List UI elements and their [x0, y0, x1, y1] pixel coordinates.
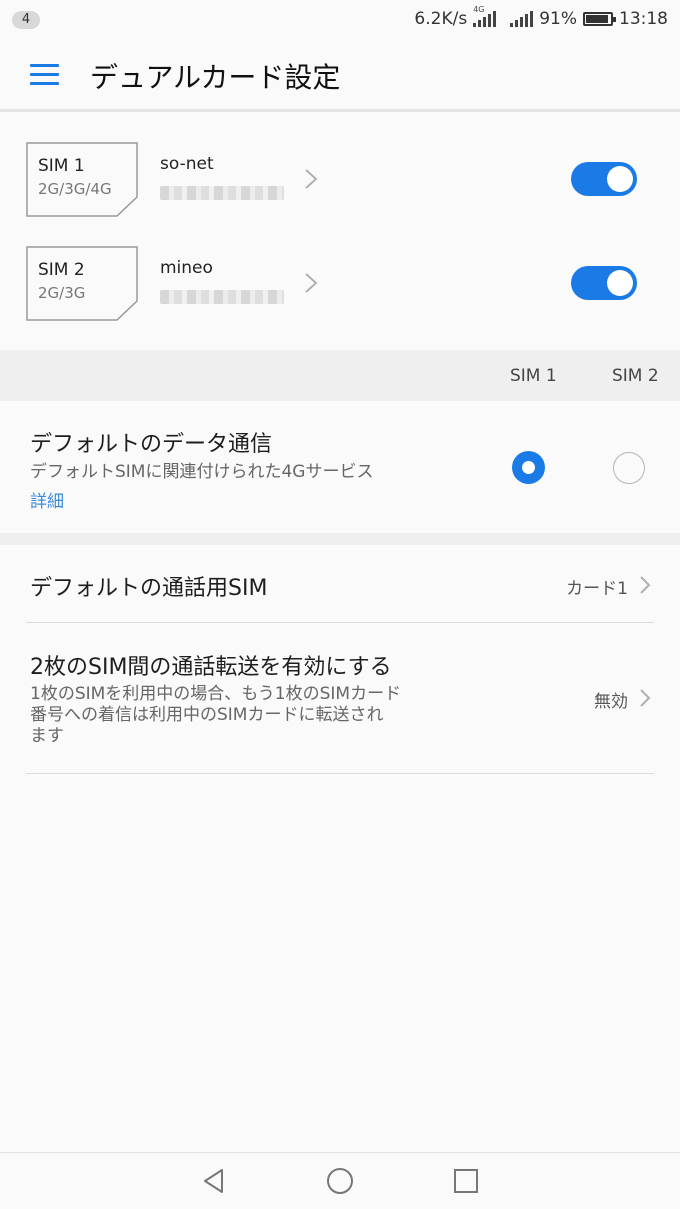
default-data-title: デフォルトのデータ通信: [30, 432, 273, 457]
sim-slot-label: SIM 2: [38, 260, 85, 280]
battery-icon: [583, 12, 616, 26]
call-forward-row[interactable]: 2枚のSIM間の通話転送を有効にする 1枚のSIMを利用中の場合、もう1枚のSI…: [0, 623, 680, 773]
page-title: デュアルカード設定: [90, 61, 341, 94]
default-call-title: デフォルトの通話用SIM: [30, 576, 268, 601]
status-bar: 4 6.2K/s 4G 91% 13:18: [0, 0, 680, 38]
section-gap: [0, 533, 680, 545]
column-sim2-label: SIM 2: [612, 366, 659, 386]
sim-slot-label: SIM 1: [38, 156, 85, 176]
sim-2-toggle[interactable]: [571, 266, 637, 300]
sim-card-icon: SIM 1 2G/3G/4G: [26, 142, 138, 217]
chevron-right-icon[interactable]: [304, 272, 318, 294]
signal-icon: [510, 11, 534, 27]
home-icon[interactable]: [326, 1167, 354, 1195]
default-call-sim-row[interactable]: デフォルトの通話用SIM カード1: [0, 545, 680, 623]
clock: 13:18: [619, 9, 668, 29]
sim-info[interactable]: so-net: [160, 154, 284, 200]
masked-phone-number: [160, 186, 284, 200]
sim-network-label: 2G/3G: [38, 284, 86, 302]
call-forward-subtitle-line: 1枚のSIMを利用中の場合、もう1枚のSIMカード: [30, 684, 402, 704]
chevron-right-icon[interactable]: [304, 168, 318, 190]
screen: 4 6.2K/s 4G 91% 13:18 デュアルカード設定 SIM 1 2G…: [0, 0, 680, 1209]
default-data-subtitle: デフォルトSIMに関連付けられた4Gサービス: [30, 462, 374, 482]
sim-row-2[interactable]: SIM 2 2G/3G mineo: [0, 246, 680, 350]
radio-sim1-selected[interactable]: [512, 451, 545, 484]
sim-column-header: SIM 1 SIM 2: [0, 350, 680, 401]
call-forward-subtitle: 1枚のSIMを利用中の場合、もう1枚のSIMカード 番号への着信は利用中のSIM…: [30, 684, 470, 747]
divider: [26, 773, 654, 774]
call-forward-title: 2枚のSIM間の通話転送を有効にする: [30, 655, 392, 680]
notification-badge: 4: [12, 11, 40, 29]
sim-card-icon: SIM 2 2G/3G: [26, 246, 138, 321]
app-bar: デュアルカード設定: [0, 38, 680, 112]
default-data-row: デフォルトのデータ通信 デフォルトSIMに関連付けられた4Gサービス 詳細: [0, 401, 680, 533]
back-icon[interactable]: [200, 1167, 228, 1195]
call-forward-subtitle-line: ます: [30, 726, 64, 746]
column-sim1-label: SIM 1: [510, 366, 557, 386]
chevron-right-icon: [640, 689, 651, 707]
carrier-name: so-net: [160, 154, 214, 174]
sim-network-label: 2G/3G/4G: [38, 180, 112, 198]
net-type-label: 4G: [473, 5, 485, 14]
masked-phone-number: [160, 290, 284, 304]
sim-info[interactable]: mineo: [160, 258, 284, 304]
carrier-name: mineo: [160, 258, 213, 278]
recents-icon[interactable]: [452, 1167, 480, 1195]
navigation-bar: [0, 1152, 680, 1209]
call-forward-subtitle-line: 番号への着信は利用中のSIMカードに転送され: [30, 705, 384, 725]
detail-link[interactable]: 詳細: [30, 487, 64, 512]
battery-percent: 91%: [539, 9, 577, 29]
call-forward-value: 無効: [594, 692, 628, 712]
network-speed: 6.2K/s: [414, 9, 468, 29]
menu-icon[interactable]: [30, 64, 59, 86]
status-right: 6.2K/s 4G 91% 13:18: [414, 5, 668, 30]
default-call-value: カード1: [566, 579, 628, 599]
signal-4g-icon: 4G: [473, 5, 497, 27]
sim-row-1[interactable]: SIM 1 2G/3G/4G so-net: [0, 142, 680, 246]
radio-sim2[interactable]: [613, 452, 645, 484]
chevron-right-icon: [640, 576, 651, 594]
sim-1-toggle[interactable]: [571, 162, 637, 196]
